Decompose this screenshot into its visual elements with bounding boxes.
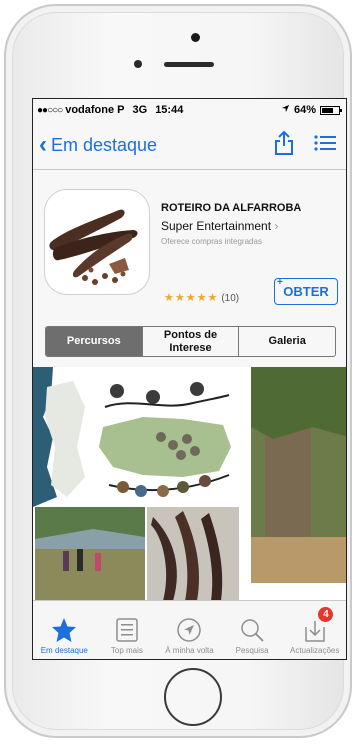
updates-badge: 4 xyxy=(318,607,334,622)
status-time: 15:44 xyxy=(155,104,184,116)
in-app-purchases-note: Oferece compras integradas xyxy=(161,237,262,246)
battery-percent: 64% xyxy=(293,104,316,116)
share-icon[interactable] xyxy=(274,130,294,161)
tab-a-minha-volta[interactable]: À minha volta xyxy=(158,601,221,659)
list-icon xyxy=(116,618,138,642)
phone-screen: ●●○○○ vodafone P 3G 15:44 64% ‹ Em desta… xyxy=(32,98,347,660)
app-header: ROTEIRO DA ALFARROBA Super Entertainment… xyxy=(33,170,346,310)
get-label: OBTER xyxy=(283,284,329,299)
star-icon xyxy=(52,618,77,642)
search-icon xyxy=(241,619,264,642)
segment-pontos-de-interese[interactable]: Pontos de Interese xyxy=(141,327,239,356)
plus-icon: + xyxy=(277,277,283,288)
chevron-left-icon: ‹ xyxy=(39,131,47,158)
segment-galeria[interactable]: Galeria xyxy=(238,327,335,356)
location-arrow-icon xyxy=(281,104,290,116)
rating[interactable]: ★★★★★ (10) xyxy=(164,291,239,304)
front-camera xyxy=(191,33,200,42)
signal-strength: ●●○○○ xyxy=(37,104,63,116)
back-button[interactable]: ‹ Em destaque xyxy=(39,133,157,157)
location-icon xyxy=(177,618,202,642)
tab-label: À minha volta xyxy=(165,646,214,655)
proximity-sensor xyxy=(134,60,142,68)
app-icon[interactable] xyxy=(45,190,149,294)
network-type: 3G xyxy=(132,104,148,116)
tab-bar: Em destaque Top mais À minha volta Pesqu… xyxy=(33,600,346,659)
chevron-right-icon: › xyxy=(274,219,279,233)
developer-name: Super Entertainment xyxy=(161,219,272,233)
earpiece-speaker xyxy=(164,62,214,67)
segment-percursos[interactable]: Percursos xyxy=(46,327,142,356)
screenshot-gallery[interactable] xyxy=(33,367,346,601)
back-label: Em destaque xyxy=(51,134,158,155)
status-bar: ●●○○○ vodafone P 3G 15:44 64% xyxy=(33,99,346,121)
menu-list-icon[interactable] xyxy=(314,134,336,157)
tab-label: Pesquisa xyxy=(235,646,269,655)
get-button[interactable]: + OBTER xyxy=(274,277,338,305)
developer-link[interactable]: Super Entertainment › xyxy=(161,219,278,233)
app-name: ROTEIRO DA ALFARROBA xyxy=(161,202,302,214)
carrier-name: vodafone P xyxy=(65,104,125,116)
tab-label: Top mais xyxy=(110,646,143,655)
rating-count: (10) xyxy=(221,293,240,304)
tab-label: Em destaque xyxy=(40,646,88,655)
segmented-control: Percursos Pontos de Interese Galeria xyxy=(45,326,336,357)
tab-label: Actualizações xyxy=(289,646,340,655)
home-button[interactable] xyxy=(164,668,222,726)
navigation-bar: ‹ Em destaque xyxy=(33,121,346,170)
tab-pesquisa[interactable]: Pesquisa xyxy=(221,601,284,659)
battery-icon xyxy=(320,105,342,115)
tab-actualizacoes[interactable]: 4 Actualizações xyxy=(283,601,346,659)
rating-stars: ★★★★★ xyxy=(164,292,219,304)
tab-top-mais[interactable]: Top mais xyxy=(96,601,159,659)
tab-em-destaque[interactable]: Em destaque xyxy=(33,601,96,659)
